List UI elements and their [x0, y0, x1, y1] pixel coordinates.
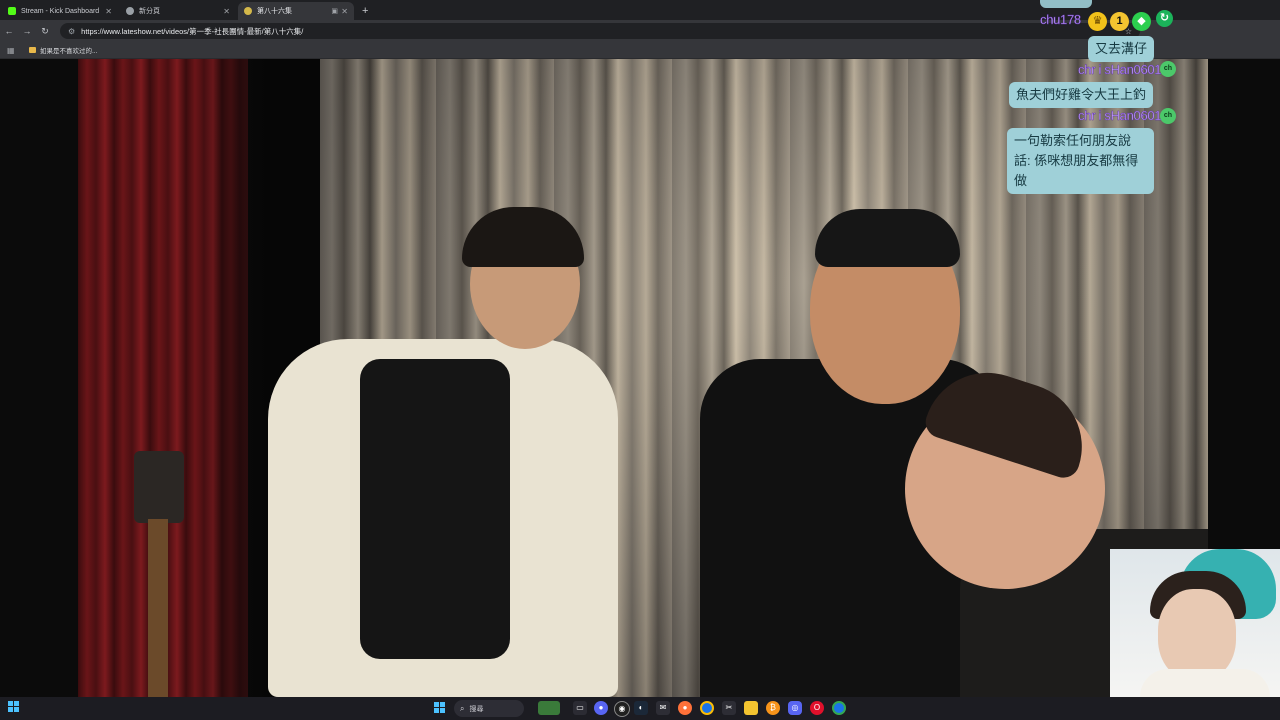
kick-favicon-icon	[8, 7, 16, 15]
address-bar[interactable]: ⚙ https://www.lateshow.net/videos/第一季-社長…	[60, 23, 1140, 39]
chat-username: chr i sHan0601	[1078, 62, 1162, 77]
streamer-webcam	[1110, 549, 1280, 697]
firefox-icon[interactable]: ●	[678, 701, 692, 715]
host-left-shirt	[360, 359, 510, 659]
tab-label: 第八十六集	[257, 8, 292, 15]
chat-bubble-partial	[1040, 0, 1093, 8]
widgets-icon[interactable]	[8, 701, 20, 713]
close-tab-icon[interactable]: ✕	[341, 7, 348, 16]
crown-emote-icon: ♛	[1088, 12, 1107, 31]
chat-username: chu178	[1040, 12, 1082, 27]
chat-username: chr i sHan0601	[1078, 108, 1162, 123]
windows-taskbar: ⌕ 搜尋 ▭ ● ◉ ◐ ✉ ● ✂ ₿ ◎ O	[0, 697, 1280, 720]
discord-icon[interactable]: ●	[594, 701, 608, 715]
chat-bubble: 一句勒索任何朋友說話: 係咪想朋友都無得做	[1007, 128, 1154, 194]
new-tab-button[interactable]: +	[362, 2, 368, 20]
channel-badge-icon: ch	[1160, 61, 1176, 77]
taskbar-search[interactable]: ⌕ 搜尋	[454, 700, 524, 717]
reload-icon[interactable]: ↻	[36, 26, 54, 37]
guitar-headstock	[134, 451, 184, 523]
close-tab-icon[interactable]: ✕	[105, 7, 112, 16]
task-view-icon[interactable]: ▭	[573, 701, 587, 715]
start-icon[interactable]	[434, 702, 446, 714]
close-tab-icon[interactable]: ✕	[223, 7, 230, 16]
discord2-icon[interactable]: ◎	[788, 701, 802, 715]
host-middle-hair	[815, 209, 960, 267]
tab-new-tab[interactable]: 新分頁 ✕	[120, 2, 236, 20]
webcam-face	[1158, 589, 1236, 681]
tab-kick-dashboard[interactable]: Stream - Kick Dashboard ✕	[2, 2, 118, 20]
channel-badge-icon: ch	[1160, 108, 1176, 124]
search-placeholder: 搜尋	[469, 705, 484, 713]
mail-icon[interactable]: ✉	[656, 701, 670, 715]
site-info-icon[interactable]: ⚙	[68, 27, 75, 36]
back-arrow-icon[interactable]: ←	[0, 26, 18, 36]
search-icon: ⌕	[460, 703, 465, 713]
steam-icon[interactable]: ◐	[634, 701, 648, 715]
number-emote-icon: 1	[1110, 12, 1129, 31]
tab-episode[interactable]: 第八十六集 ▣ ✕	[238, 2, 354, 20]
chrome2-icon[interactable]	[832, 701, 846, 715]
chrome-icon[interactable]	[700, 701, 714, 715]
chat-bubble: 魚夫們好雞令大王上釣	[1009, 82, 1154, 108]
url-text[interactable]: https://www.lateshow.net/videos/第一季-社長團情…	[81, 26, 303, 37]
diamond-emote-icon: ◆	[1132, 12, 1151, 31]
webcam-body	[1140, 669, 1270, 697]
guitar-neck	[148, 519, 168, 697]
files-icon[interactable]	[744, 701, 758, 715]
tab-label: Stream - Kick Dashboard	[21, 7, 100, 15]
media-icon[interactable]: ▣	[331, 7, 338, 15]
chat-overlay: chu178 ♛ 1 ◆ ↻ 又去溝仔 chr i sHan0601 ch 魚夫…	[1007, 0, 1280, 200]
tab-label: 新分頁	[139, 8, 160, 15]
apps-grid-icon[interactable]: ▦	[7, 46, 21, 55]
chat-partial-message	[1040, 0, 1093, 8]
bookmark-label: 如果是不喜欢过的...	[40, 48, 98, 55]
widgets-image-icon[interactable]	[538, 701, 560, 715]
bookmark-item[interactable]: 如果是不喜欢过的...	[29, 45, 97, 55]
chat-bubble: 又去溝仔	[1088, 36, 1155, 62]
obs-icon[interactable]: ◉	[614, 701, 630, 717]
globe-favicon-icon	[126, 7, 134, 15]
forward-arrow-icon[interactable]: →	[18, 26, 36, 36]
kick-badge-icon: ↻	[1156, 10, 1173, 27]
capcut-icon[interactable]: ✂	[722, 701, 736, 715]
bitcoin-icon[interactable]: ₿	[766, 701, 780, 715]
opera-icon[interactable]: O	[810, 701, 824, 715]
folder-icon	[29, 47, 36, 53]
site-favicon-icon	[244, 7, 252, 15]
